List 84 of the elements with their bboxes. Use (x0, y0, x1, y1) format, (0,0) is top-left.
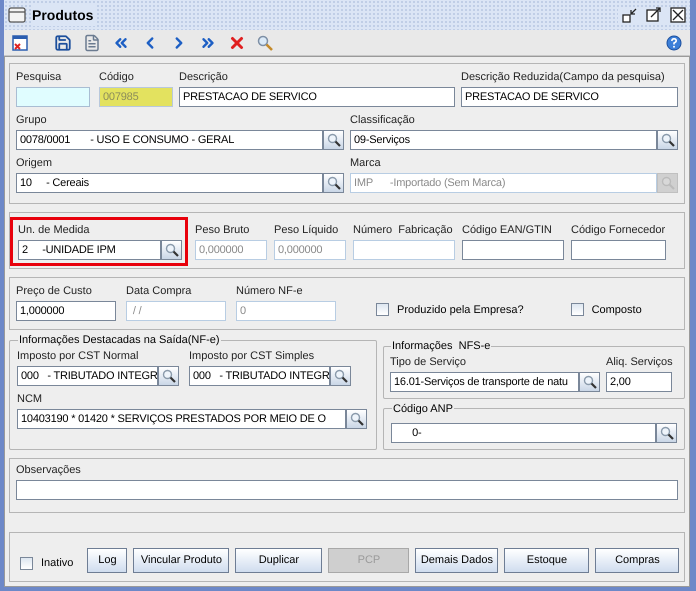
lookup-field[interactable]: 2 -UNIDADE IPM (18, 240, 161, 260)
field-label: Aliq. Serviços (606, 354, 672, 370)
checkbox-label: Inativo (41, 556, 74, 571)
text-field[interactable] (571, 240, 666, 260)
field-label: NCM (17, 392, 44, 406)
field-label: Pesquisa (16, 70, 62, 85)
field-label: Tipo de Serviço (390, 354, 468, 370)
group-title: Código ANP (392, 402, 454, 416)
search-icon (164, 243, 178, 257)
window-icon (8, 7, 26, 23)
restore-icon[interactable] (622, 7, 638, 23)
field-label: Número NF-e (236, 284, 304, 299)
field-label: Data Compra (126, 284, 192, 299)
field-label: Peso Bruto (195, 223, 250, 238)
field-label: Descrição Reduzida(Campo da pesquisa) (461, 70, 666, 85)
field-label: Código EAN/GTIN (462, 223, 553, 238)
text-field[interactable] (462, 240, 564, 260)
field-label: Origem (16, 156, 54, 171)
text-field[interactable]: 1,000000 (16, 301, 116, 321)
action-button[interactable]: Estoque (504, 548, 590, 573)
field-label: Código Fornecedor (571, 223, 666, 238)
lookup-field[interactable]: 000 - TRIBUTADO INTEGR (17, 366, 158, 386)
lookup-button[interactable] (330, 366, 351, 386)
action-button[interactable]: Demais Dados (415, 548, 498, 573)
lookup-button[interactable] (657, 130, 678, 150)
field-label: Peso Líquido (274, 223, 340, 238)
search-icon (334, 368, 348, 382)
field-label: Preço de Custo (16, 284, 93, 299)
save-icon[interactable] (54, 34, 72, 52)
lookup-field[interactable]: 10 - Cereais (16, 173, 323, 193)
checkbox[interactable] (20, 556, 33, 570)
text-field[interactable] (16, 87, 90, 107)
checkbox-label: Composto (592, 302, 642, 318)
search-icon (326, 133, 340, 147)
action-button[interactable]: Duplicar (235, 548, 322, 573)
lookup-button[interactable] (656, 423, 677, 443)
lookup-field[interactable]: 0078/0001 - USO E CONSUMO - GERAL (16, 130, 323, 150)
field-label: Un. de Medida (18, 223, 91, 238)
group-title: Informações NFS-e (391, 339, 492, 354)
action-button[interactable]: Vincular Produto (133, 548, 230, 573)
lookup-button[interactable] (158, 366, 179, 386)
field-label: Descrição (179, 70, 229, 85)
text-field[interactable]: 2,00 (606, 372, 672, 392)
search-icon[interactable] (257, 34, 273, 50)
lookup-button[interactable] (579, 372, 600, 392)
maximize-icon[interactable] (646, 7, 662, 23)
close-window-icon[interactable] (12, 34, 28, 50)
search-icon (350, 412, 364, 426)
field-label: Marca (350, 156, 382, 171)
lookup-field[interactable]: 000 - TRIBUTADO INTEGR (189, 366, 330, 386)
action-button[interactable]: Compras (595, 548, 680, 573)
search-icon (660, 426, 674, 440)
search-icon (582, 374, 596, 388)
field-label: Imposto por CST Simples (189, 348, 316, 364)
checkbox-label: Produzido pela Empresa? (397, 302, 524, 318)
lookup-button[interactable] (323, 173, 344, 193)
search-icon (660, 176, 674, 190)
lookup-field[interactable]: 16.01-Serviços de transporte de natu (390, 372, 579, 392)
text-field[interactable]: PRESTACAO DE SERVICO (179, 87, 455, 107)
field-label: Código (99, 70, 135, 85)
lookup-field[interactable]: 10403190 * 01420 * SERVIÇOS PRESTADOS POR MEIO DE O (17, 408, 346, 428)
checkbox[interactable] (376, 303, 389, 316)
lookup-button[interactable] (161, 240, 182, 260)
help-icon[interactable] (666, 34, 682, 50)
lookup-field[interactable]: 0- (391, 423, 656, 443)
group-title: Informações Destacadas na Saída(NF-e) (18, 333, 221, 348)
close-icon[interactable] (670, 7, 686, 23)
document-icon[interactable] (83, 34, 101, 52)
field-label: Grupo (16, 113, 48, 128)
lookup-field[interactable]: 09-Serviços (350, 130, 657, 150)
lookup-button[interactable] (323, 130, 344, 150)
text-field[interactable] (16, 480, 678, 500)
window-title: Produtos (32, 4, 98, 26)
field-label: Imposto por CST Normal (17, 348, 140, 364)
search-icon (162, 368, 176, 382)
field-label: Classificação (350, 113, 416, 128)
field-label: Número Fabricação (353, 223, 454, 238)
lookup-button[interactable] (346, 408, 367, 428)
search-icon (660, 133, 674, 147)
text-field[interactable]: PRESTACAO DE SERVICO (461, 87, 678, 107)
search-icon (326, 176, 340, 190)
action-button[interactable]: Log (87, 548, 128, 573)
field-label: Observações (16, 463, 82, 478)
checkbox[interactable] (570, 303, 584, 316)
